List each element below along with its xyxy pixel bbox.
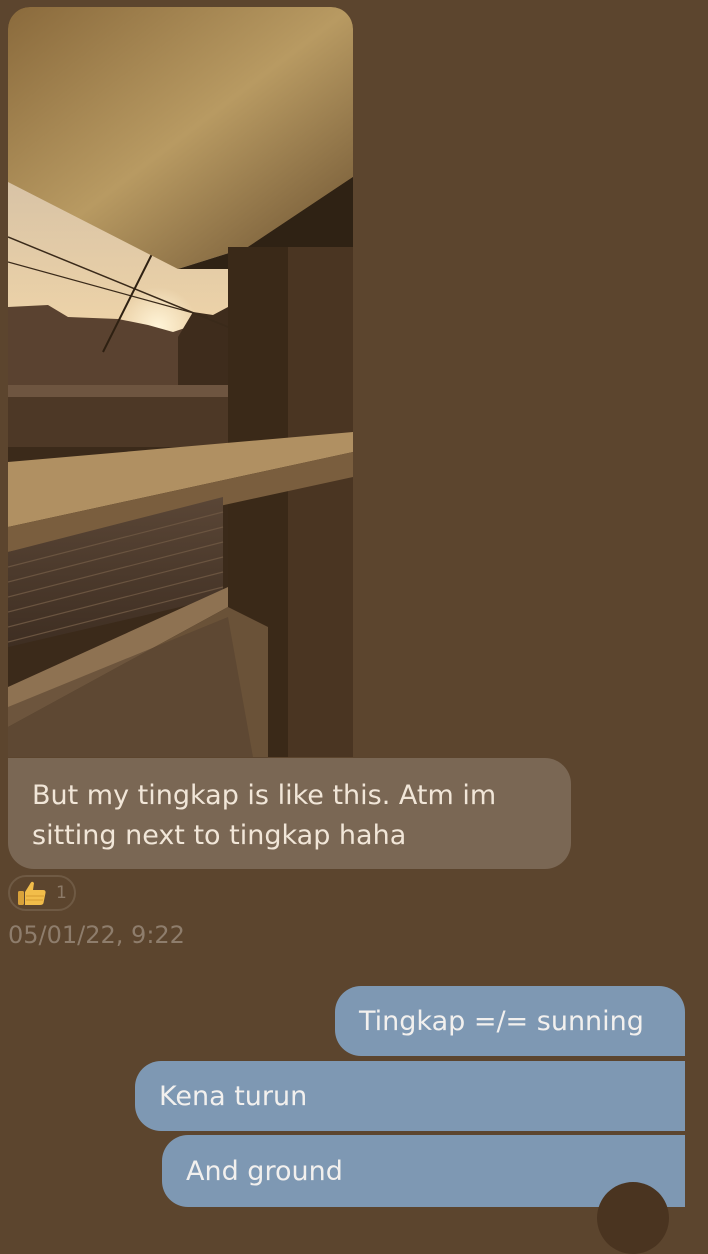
window-sunset-photo (8, 7, 353, 757)
avatar[interactable] (597, 1182, 669, 1254)
sent-message-text: Tingkap =/= sunning (359, 1005, 644, 1037)
reaction-count: 1 (56, 883, 67, 903)
chat-thread: But my tingkap is like this. Atm im sitt… (0, 0, 708, 1254)
message-timestamp: 05/01/22, 9:22 (8, 921, 185, 949)
thumbs-up-icon (18, 881, 46, 905)
received-message-bubble[interactable]: But my tingkap is like this. Atm im sitt… (8, 758, 571, 869)
sent-message-bubble[interactable]: Kena turun (135, 1061, 685, 1131)
sent-message-text: Kena turun (159, 1080, 308, 1112)
reaction-badge[interactable]: 1 (8, 875, 76, 911)
sent-message-text: And ground (186, 1155, 343, 1187)
photo-message[interactable] (8, 7, 353, 757)
sent-message-bubble[interactable]: Tingkap =/= sunning (335, 986, 685, 1056)
received-message-text: But my tingkap is like this. Atm im sitt… (32, 780, 497, 851)
